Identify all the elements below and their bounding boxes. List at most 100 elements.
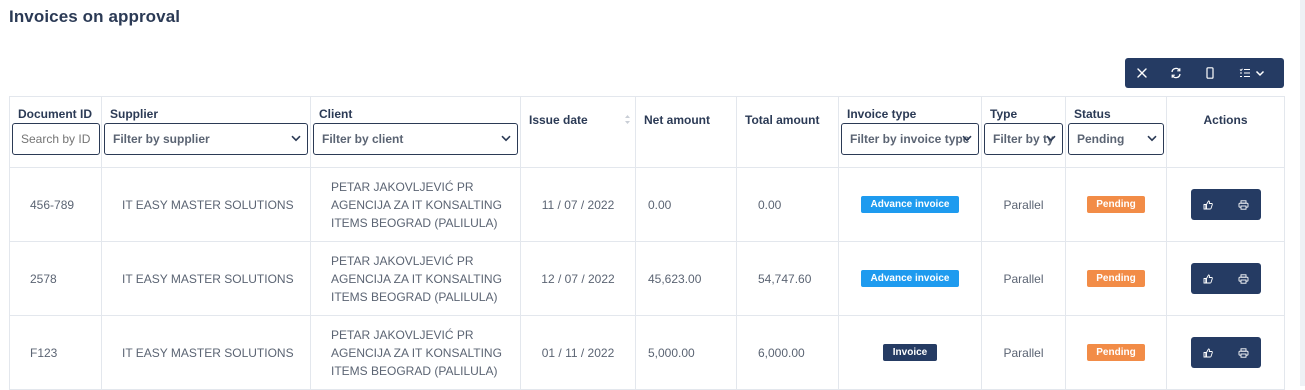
total-amount-cell: 0.00 — [736, 167, 839, 242]
invoice-type-cell: Advance invoice — [838, 241, 982, 316]
column-header-type: Type Filter by type — [981, 96, 1066, 168]
column-header-actions: Actions — [1166, 96, 1285, 168]
mobile-view-button[interactable] — [1193, 58, 1227, 88]
supplier-filter-select[interactable]: Filter by supplier — [104, 123, 308, 155]
total-amount-header-label: Total amount — [745, 113, 820, 127]
invoice-type-filter-value: Filter by invoice type — [850, 132, 970, 146]
type-cell: Parallel — [981, 167, 1066, 242]
search-by-id-input[interactable] — [12, 123, 100, 155]
refresh-button[interactable] — [1159, 58, 1193, 88]
approve-button[interactable] — [1191, 263, 1226, 294]
actions-cell — [1166, 167, 1285, 242]
client-cell: PETAR JAKOVLJEVIĆ PR AGENCIJA ZA IT KONS… — [310, 241, 521, 316]
table-row: 2578 IT EASY MASTER SOLUTIONS PETAR JAKO… — [9, 241, 1285, 316]
status-cell: Pending — [1065, 315, 1167, 390]
invoice-type-header-label: Invoice type — [847, 107, 917, 121]
net-amount-cell: 5,000.00 — [635, 315, 737, 390]
type-filter-select[interactable]: Filter by type — [984, 123, 1063, 155]
supplier-cell: IT EASY MASTER SOLUTIONS — [101, 241, 311, 316]
client-line: AGENCIJA ZA IT KONSALTING — [331, 197, 502, 212]
approve-icon — [1203, 200, 1213, 209]
approve-icon — [1203, 274, 1213, 283]
actions-header-label: Actions — [1203, 113, 1248, 127]
client-line: ITEMS BEOGRAD (PALILULA) — [331, 215, 498, 230]
print-icon — [1238, 199, 1248, 210]
client-cell: PETAR JAKOVLJEVIĆ PR AGENCIJA ZA IT KONS… — [310, 167, 521, 242]
client-header-label: Client — [319, 107, 353, 121]
column-header-document-id: Document ID — [9, 96, 102, 168]
status-cell: Pending — [1065, 241, 1167, 316]
column-list-icon — [1239, 68, 1250, 78]
client-line: PETAR JAKOVLJEVIĆ PR — [331, 253, 474, 268]
clear-filters-button[interactable] — [1125, 58, 1159, 88]
column-header-total-amount: Total amount — [736, 96, 839, 168]
total-amount-cell: 54,747.60 — [736, 241, 839, 316]
type-cell: Parallel — [981, 315, 1066, 390]
client-line: PETAR JAKOVLJEVIĆ PR — [331, 327, 474, 342]
chevron-down-icon — [291, 135, 301, 142]
net-amount-cell: 45,623.00 — [635, 241, 737, 316]
print-icon — [1238, 347, 1248, 358]
chevron-down-icon — [1147, 135, 1157, 142]
supplier-header-label: Supplier — [110, 107, 159, 121]
client-line: AGENCIJA ZA IT KONSALTING — [331, 271, 502, 286]
chevron-down-icon — [962, 135, 972, 142]
type-header-label: Type — [990, 107, 1018, 121]
approve-icon — [1203, 348, 1213, 357]
issue-date-cell: 11 / 07 / 2022 — [520, 167, 636, 242]
approve-button[interactable] — [1191, 337, 1226, 368]
scrollbar-track[interactable] — [1300, 0, 1305, 386]
print-button[interactable] — [1226, 263, 1261, 294]
column-header-net-amount: Net amount — [635, 96, 737, 168]
table-row: 456-789 IT EASY MASTER SOLUTIONS PETAR J… — [9, 167, 1285, 242]
table-row: F123 IT EASY MASTER SOLUTIONS PETAR JAKO… — [9, 315, 1285, 390]
close-icon — [1137, 68, 1147, 78]
client-line: PETAR JAKOVLJEVIĆ PR — [331, 179, 474, 194]
status-filter-select[interactable]: Pending — [1068, 123, 1164, 155]
invoices-table: Document ID Supplier Filter by supplier … — [9, 96, 1285, 390]
type-filter-value: Filter by type — [993, 132, 1054, 146]
issue-date-header-label: Issue date — [529, 113, 588, 127]
approve-button[interactable] — [1191, 189, 1226, 220]
column-header-status: Status Pending — [1065, 96, 1167, 168]
chevron-down-icon — [1255, 70, 1265, 76]
actions-cell — [1166, 241, 1285, 316]
row-actions — [1190, 263, 1261, 294]
type-cell: Parallel — [981, 241, 1066, 316]
print-icon — [1238, 273, 1248, 284]
net-amount-cell: 0.00 — [635, 167, 737, 242]
mobile-view-icon — [1206, 67, 1214, 79]
client-cell: PETAR JAKOVLJEVIĆ PR AGENCIJA ZA IT KONS… — [310, 315, 521, 390]
client-filter-value: Filter by client — [322, 132, 404, 146]
client-filter-select[interactable]: Filter by client — [313, 123, 518, 155]
status-cell: Pending — [1065, 167, 1167, 242]
document-id-cell: 456-789 — [9, 167, 102, 242]
invoice-type-cell: Invoice — [838, 315, 982, 390]
supplier-cell: IT EASY MASTER SOLUTIONS — [101, 315, 311, 390]
row-actions — [1190, 337, 1261, 368]
chevron-down-icon — [501, 135, 511, 142]
status-badge: Pending — [1087, 196, 1145, 213]
column-header-invoice-type: Invoice type Filter by invoice type — [838, 96, 982, 168]
sort-icon[interactable] — [624, 114, 631, 125]
print-button[interactable] — [1226, 189, 1261, 220]
document-id-cell: F123 — [9, 315, 102, 390]
issue-date-cell: 01 / 11 / 2022 — [520, 315, 636, 390]
total-amount-cell: 6,000.00 — [736, 315, 839, 390]
column-header-client: Client Filter by client — [310, 96, 521, 168]
actions-cell — [1166, 315, 1285, 390]
print-button[interactable] — [1226, 337, 1261, 368]
client-line: ITEMS BEOGRAD (PALILULA) — [331, 363, 498, 378]
supplier-filter-value: Filter by supplier — [113, 132, 210, 146]
invoice-type-badge: Invoice — [882, 344, 938, 361]
column-header-issue-date[interactable]: Issue date — [520, 96, 636, 168]
client-line: AGENCIJA ZA IT KONSALTING — [331, 345, 502, 360]
table-toolbar — [1125, 58, 1284, 88]
invoice-type-filter-select[interactable]: Filter by invoice type — [841, 123, 979, 155]
issue-date-cell: 12 / 07 / 2022 — [520, 241, 636, 316]
column-chooser-button[interactable] — [1227, 58, 1277, 88]
page-title: Invoices on approval — [9, 7, 181, 26]
document-id-header-label: Document ID — [18, 107, 93, 121]
status-badge: Pending — [1087, 344, 1145, 361]
invoice-type-badge: Advance invoice — [860, 196, 960, 213]
